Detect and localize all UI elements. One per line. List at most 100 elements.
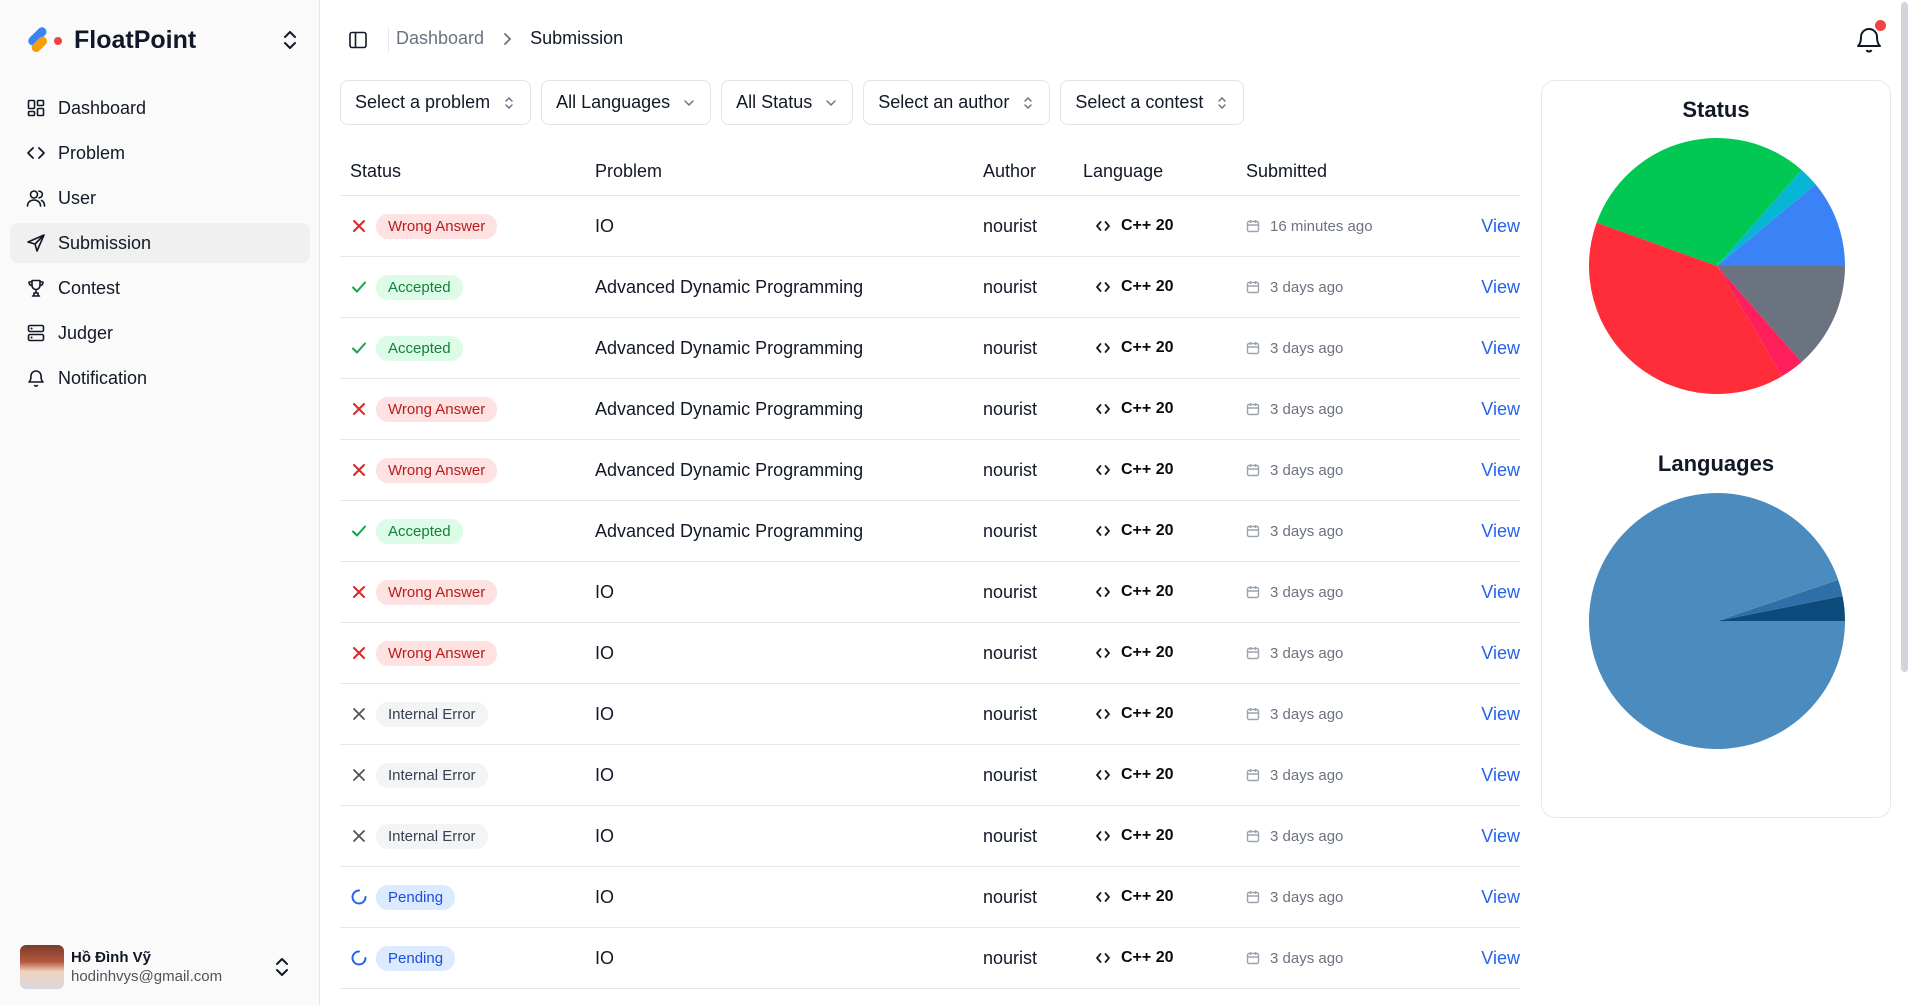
author-link[interactable]: nourist xyxy=(983,765,1083,786)
view-link[interactable]: View xyxy=(1444,704,1520,725)
problem-filter-select[interactable]: Select a problem xyxy=(340,80,532,125)
sidebar-toggle-icon[interactable] xyxy=(348,30,368,50)
code-icon xyxy=(1095,218,1111,234)
problem-link[interactable]: IO xyxy=(595,887,983,908)
notification-button[interactable] xyxy=(1856,20,1886,54)
view-link[interactable]: View xyxy=(1444,338,1520,359)
author-link[interactable]: nourist xyxy=(983,460,1083,481)
language-label: C++ 20 xyxy=(1121,705,1174,722)
code-icon xyxy=(1095,523,1111,539)
scrollbar[interactable] xyxy=(1900,0,1910,1005)
view-link[interactable]: View xyxy=(1444,460,1520,481)
brand-switcher[interactable]: FloatPoint xyxy=(24,18,300,62)
language-cell: C++ 20 xyxy=(1083,400,1246,418)
loader-icon xyxy=(350,888,368,906)
author-link[interactable]: nourist xyxy=(983,521,1083,542)
status-badge: Internal Error xyxy=(376,762,488,788)
language-cell: C++ 20 xyxy=(1083,278,1246,296)
trophy-icon xyxy=(26,278,46,298)
breadcrumb: Dashboard Submission xyxy=(396,28,623,49)
submitted-cell: 3 days ago xyxy=(1246,401,1444,418)
language-cell: C++ 20 xyxy=(1083,522,1246,540)
language-label: C++ 20 xyxy=(1121,644,1174,661)
author-link[interactable]: nourist xyxy=(983,704,1083,725)
table-row: Pending IO nourist C++ 20 3 days ago Vie… xyxy=(340,928,1520,989)
calendar-icon xyxy=(1246,646,1260,660)
author-link[interactable]: nourist xyxy=(983,338,1083,359)
status-badge: Accepted xyxy=(376,274,463,300)
status-cell: Accepted xyxy=(340,518,595,544)
problem-link[interactable]: Advanced Dynamic Programming xyxy=(595,399,983,420)
status-badge: Wrong Answer xyxy=(376,457,498,483)
table-row: Wrong Answer Advanced Dynamic Programmin… xyxy=(340,440,1520,501)
view-link[interactable]: View xyxy=(1444,521,1520,542)
contest-filter-select[interactable]: Select a contest xyxy=(1060,80,1245,125)
author-link[interactable]: nourist xyxy=(983,643,1083,664)
x-icon xyxy=(350,400,368,418)
language-cell: C++ 20 xyxy=(1083,644,1246,662)
notification-dot xyxy=(1875,20,1886,31)
sidebar-item-user[interactable]: User xyxy=(10,178,310,218)
language-filter-select[interactable]: All Languages xyxy=(541,80,712,125)
problem-link[interactable]: Advanced Dynamic Programming xyxy=(595,521,983,542)
status-badge: Wrong Answer xyxy=(376,396,498,422)
author-link[interactable]: nourist xyxy=(983,582,1083,603)
breadcrumb-dashboard-link[interactable]: Dashboard xyxy=(396,28,484,49)
submitted-cell: 3 days ago xyxy=(1246,462,1444,479)
chevrons-up-down-icon[interactable] xyxy=(280,28,300,52)
x-icon xyxy=(350,217,368,235)
problem-link[interactable]: IO xyxy=(595,704,983,725)
submitted-time: 3 days ago xyxy=(1270,583,1344,601)
problem-link[interactable]: IO xyxy=(595,826,983,847)
author-link[interactable]: nourist xyxy=(983,826,1083,847)
view-link[interactable]: View xyxy=(1444,643,1520,664)
problem-link[interactable]: IO xyxy=(595,643,983,664)
x-icon xyxy=(350,705,368,723)
calendar-icon xyxy=(1246,280,1260,294)
author-link[interactable]: nourist xyxy=(983,277,1083,298)
problem-link[interactable]: Advanced Dynamic Programming xyxy=(595,460,983,481)
table-row: Accepted Advanced Dynamic Programming no… xyxy=(340,501,1520,562)
language-label: C++ 20 xyxy=(1121,522,1174,539)
view-link[interactable]: View xyxy=(1444,948,1520,969)
chevrons-up-down-icon[interactable] xyxy=(272,955,292,979)
chevron-down-icon xyxy=(826,99,836,106)
sidebar-item-judger[interactable]: Judger xyxy=(10,313,310,353)
scroll-thumb[interactable] xyxy=(1901,2,1908,672)
author-link[interactable]: nourist xyxy=(983,948,1083,969)
check-icon xyxy=(350,339,368,357)
view-link[interactable]: View xyxy=(1444,765,1520,786)
sidebar-item-contest[interactable]: Contest xyxy=(10,268,310,308)
view-link[interactable]: View xyxy=(1444,582,1520,603)
status-cell: Accepted xyxy=(340,335,595,361)
view-link[interactable]: View xyxy=(1444,277,1520,298)
sidebar-item-label: Dashboard xyxy=(58,97,147,118)
code-icon xyxy=(1095,279,1111,295)
author-link[interactable]: nourist xyxy=(983,216,1083,237)
language-label: C++ 20 xyxy=(1121,827,1174,844)
sidebar-item-notification[interactable]: Notification xyxy=(10,358,310,398)
sidebar-item-problem[interactable]: Problem xyxy=(10,133,310,173)
problem-link[interactable]: IO xyxy=(595,948,983,969)
author-filter-select[interactable]: Select an author xyxy=(863,80,1051,125)
sidebar-item-dashboard[interactable]: Dashboard xyxy=(10,88,310,128)
language-label: C++ 20 xyxy=(1121,217,1174,234)
code-icon xyxy=(1095,401,1111,417)
problem-link[interactable]: IO xyxy=(595,216,983,237)
check-icon xyxy=(350,278,368,296)
author-link[interactable]: nourist xyxy=(983,887,1083,908)
view-link[interactable]: View xyxy=(1444,216,1520,237)
status-filter-select[interactable]: All Status xyxy=(721,80,854,125)
view-link[interactable]: View xyxy=(1444,887,1520,908)
problem-link[interactable]: IO xyxy=(595,765,983,786)
author-link[interactable]: nourist xyxy=(983,399,1083,420)
problem-link[interactable]: Advanced Dynamic Programming xyxy=(595,338,983,359)
view-link[interactable]: View xyxy=(1444,826,1520,847)
problem-link[interactable]: IO xyxy=(595,582,983,603)
view-link[interactable]: View xyxy=(1444,399,1520,420)
sidebar-item-submission[interactable]: Submission xyxy=(10,223,310,263)
user-menu[interactable]: Hồ Đình Vỹ hodinhvys@gmail.com xyxy=(20,943,300,991)
submitted-cell: 3 days ago xyxy=(1246,523,1444,540)
status-cell: Pending xyxy=(340,945,595,971)
problem-link[interactable]: Advanced Dynamic Programming xyxy=(595,277,983,298)
